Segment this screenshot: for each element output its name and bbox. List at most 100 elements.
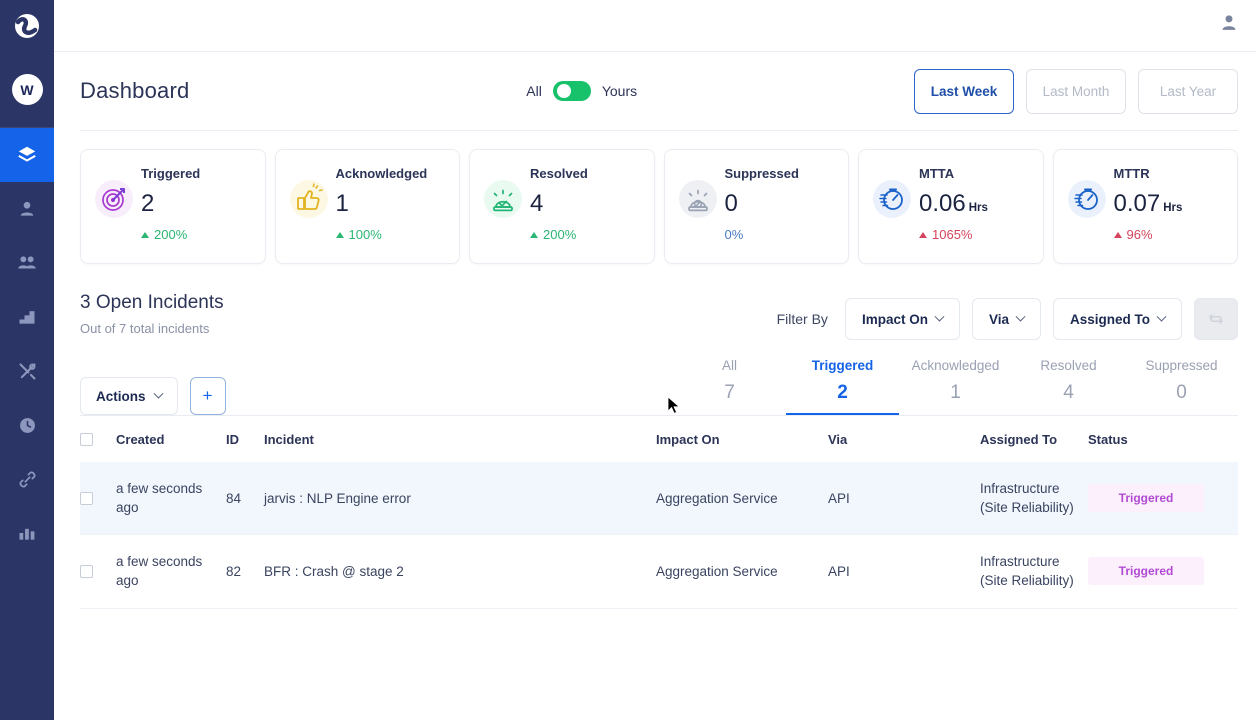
stat-unit: Hrs — [1163, 202, 1182, 214]
reset-filters-button[interactable] — [1194, 298, 1238, 340]
scope-toggle[interactable] — [553, 81, 591, 101]
range-last-month[interactable]: Last Month — [1026, 69, 1126, 114]
filter-impact-on[interactable]: Impact On — [845, 298, 960, 340]
stopwatch-icon — [1064, 176, 1110, 222]
stat-card-resolved[interactable]: Resolved 4 200% — [469, 149, 655, 264]
row-checkbox[interactable] — [80, 565, 93, 578]
stat-card-triggered[interactable]: Triggered 2 200% — [80, 149, 266, 264]
sidebar-item-schedules[interactable] — [0, 398, 54, 452]
stat-value-wrap: 0.06 Hrs — [919, 190, 988, 218]
add-incident-button[interactable]: + — [190, 377, 226, 415]
layers-icon — [16, 144, 38, 166]
app-logo-icon — [14, 13, 40, 39]
tab-triggered[interactable]: Triggered 2 — [786, 358, 899, 415]
tab-all[interactable]: All 7 — [673, 358, 786, 415]
row-select-cell — [80, 535, 116, 608]
range-last-week[interactable]: Last Week — [914, 69, 1014, 114]
col-header-status[interactable]: Status — [1088, 416, 1238, 462]
filter-bar: Filter By Impact On Via Assigned To — [224, 292, 1238, 340]
filter-via-label: Via — [989, 312, 1009, 327]
cell-status: Triggered — [1088, 535, 1238, 608]
stat-value: 0 — [725, 190, 738, 218]
cell-via: API — [828, 462, 980, 535]
col-header-impact-on[interactable]: Impact On — [656, 416, 828, 462]
thumbs-up-icon — [286, 176, 332, 222]
sidebar-item-integrations[interactable] — [0, 452, 54, 506]
status-badge: Triggered — [1088, 557, 1204, 585]
stat-card-mtta[interactable]: MTTA 0.06 Hrs 1065% — [858, 149, 1044, 264]
sidebar: W — [0, 0, 54, 720]
filter-by-label: Filter By — [777, 311, 828, 327]
stat-delta: 100% — [336, 227, 428, 242]
col-header-via[interactable]: Via — [828, 416, 980, 462]
sidebar-item-teams[interactable] — [0, 236, 54, 290]
tab-count: 4 — [1063, 382, 1074, 404]
stat-delta-value: 0% — [725, 227, 744, 242]
filter-assigned-to[interactable]: Assigned To — [1053, 298, 1182, 340]
app-logo[interactable] — [0, 0, 54, 52]
stat-cards: Triggered 2 200% Acknowl — [54, 131, 1256, 264]
filter-assigned-to-label: Assigned To — [1070, 312, 1150, 327]
workspace-avatar-initial: W — [12, 74, 43, 105]
col-header-created[interactable]: Created — [116, 416, 226, 462]
cell-status: Triggered — [1088, 462, 1238, 535]
row-checkbox[interactable] — [80, 492, 93, 505]
stat-title: Acknowledged — [336, 166, 428, 181]
stopwatch-icon — [869, 176, 915, 222]
tab-label: Triggered — [812, 358, 874, 373]
sidebar-item-services[interactable] — [0, 344, 54, 398]
actions-button[interactable]: Actions — [80, 377, 178, 415]
chevron-down-icon — [1016, 311, 1026, 321]
actions-label: Actions — [96, 389, 146, 404]
col-header-id[interactable]: ID — [226, 416, 264, 462]
tab-resolved[interactable]: Resolved 4 — [1012, 358, 1125, 415]
tools-icon — [17, 361, 38, 382]
stat-value-wrap: 1 — [336, 190, 428, 218]
top-bar — [54, 0, 1256, 52]
user-profile-icon[interactable] — [1218, 12, 1240, 39]
tab-acknowledged[interactable]: Acknowledged 1 — [899, 358, 1012, 415]
mouse-cursor — [667, 396, 681, 421]
clock-icon — [17, 415, 38, 436]
user-icon — [17, 199, 37, 219]
sidebar-item-analytics[interactable] — [0, 506, 54, 560]
chevron-down-icon — [153, 388, 163, 398]
page-header: Dashboard All Yours Last Week Last Month… — [54, 52, 1256, 130]
cell-impact-on: Aggregation Service — [656, 462, 828, 535]
col-header-assigned-to[interactable]: Assigned To — [980, 416, 1088, 462]
toggle-knob — [557, 84, 571, 98]
cell-impact-on: Aggregation Service — [656, 535, 828, 608]
stat-value-wrap: 4 — [530, 190, 588, 218]
filter-impact-on-label: Impact On — [862, 312, 928, 327]
workspace-avatar[interactable]: W — [0, 52, 54, 128]
filter-via[interactable]: Via — [972, 298, 1041, 340]
tab-label: Acknowledged — [912, 358, 1000, 373]
stat-card-acknowledged[interactable]: Acknowledged 1 100% — [275, 149, 461, 264]
arrow-up-icon — [1114, 232, 1122, 238]
tab-suppressed[interactable]: Suppressed 0 — [1125, 358, 1238, 415]
row-select-cell — [80, 462, 116, 535]
stat-card-mttr[interactable]: MTTR 0.07 Hrs 96% — [1053, 149, 1239, 264]
cell-incident[interactable]: BFR : Crash @ stage 2 — [264, 535, 656, 608]
target-icon — [91, 176, 137, 222]
tab-count: 2 — [837, 382, 848, 404]
sidebar-item-escalations[interactable] — [0, 290, 54, 344]
table-row[interactable]: a few seconds ago 82 BFR : Crash @ stage… — [80, 535, 1238, 608]
incidents-heading: 3 Open Incidents — [80, 292, 224, 314]
sidebar-item-dashboard[interactable] — [0, 128, 54, 182]
cell-incident[interactable]: jarvis : NLP Engine error — [264, 462, 656, 535]
arrow-up-icon — [336, 232, 344, 238]
stat-delta-value: 1065% — [932, 227, 972, 242]
table-row[interactable]: a few seconds ago 84 jarvis : NLP Engine… — [80, 462, 1238, 535]
sidebar-item-user[interactable] — [0, 182, 54, 236]
select-all-checkbox[interactable] — [80, 433, 93, 446]
siren-muted-icon — [675, 176, 721, 222]
toggle-label-all: All — [526, 83, 542, 99]
stat-card-suppressed[interactable]: Suppressed 0 0% — [664, 149, 850, 264]
stat-delta-value: 200% — [154, 227, 187, 242]
refresh-icon — [1207, 310, 1225, 328]
col-header-incident[interactable]: Incident — [264, 416, 656, 462]
stat-title: MTTA — [919, 166, 988, 181]
range-last-year[interactable]: Last Year — [1138, 69, 1238, 114]
stat-delta: 200% — [141, 227, 200, 242]
